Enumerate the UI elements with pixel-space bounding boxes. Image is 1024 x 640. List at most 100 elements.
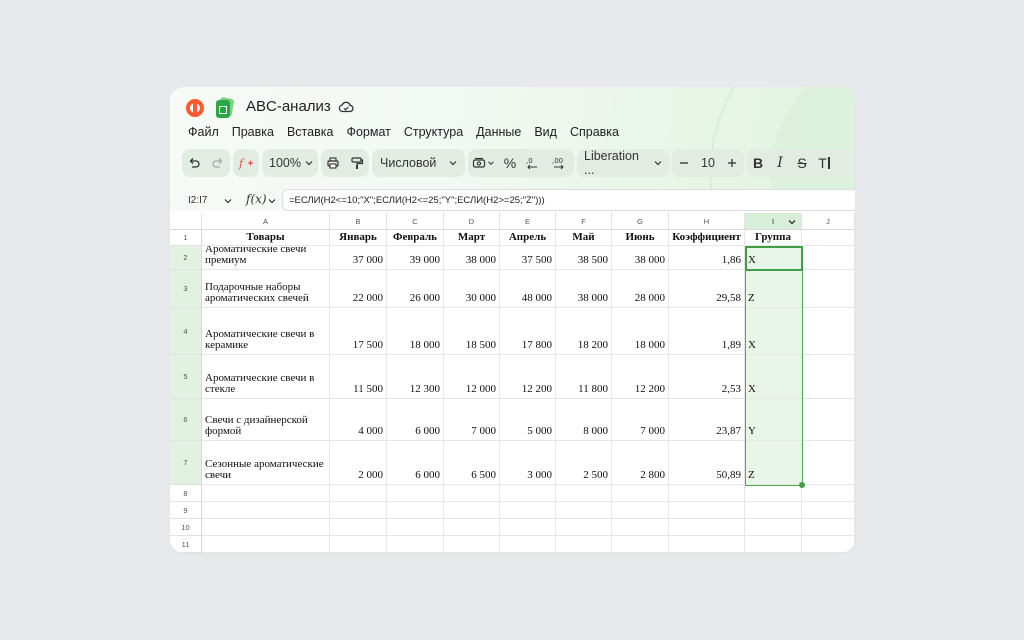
column-header-j[interactable]: J [802, 213, 855, 230]
cell-c9[interactable] [387, 502, 444, 519]
cell-i10[interactable] [745, 519, 802, 536]
menu-item[interactable]: Вид [534, 125, 557, 139]
cell-g7[interactable]: 2 800 [612, 441, 669, 485]
bold-button[interactable]: B [747, 149, 769, 177]
cell-g5[interactable]: 12 200 [612, 355, 669, 399]
cell-d3[interactable]: 30 000 [444, 270, 500, 308]
cell-g10[interactable] [612, 519, 669, 536]
percent-format-button[interactable]: % [500, 149, 520, 177]
cell-f8[interactable] [556, 485, 612, 502]
cell-j4[interactable] [802, 308, 855, 355]
cell-d2[interactable]: 38 000 [444, 246, 500, 270]
select-all-corner[interactable] [170, 213, 202, 230]
cell-b9[interactable] [330, 502, 387, 519]
cell-e6[interactable]: 5 000 [500, 399, 556, 441]
row-header[interactable]: 1 [170, 230, 202, 246]
cell-h11[interactable] [669, 536, 745, 553]
cell-a4[interactable]: Ароматические свечи в керамике [202, 308, 330, 355]
print-button[interactable] [321, 149, 345, 177]
cell-i3[interactable]: Z [745, 270, 802, 308]
column-header-b[interactable]: B [330, 213, 387, 230]
menu-item[interactable]: Формат [346, 125, 390, 139]
cell-b7[interactable]: 2 000 [330, 441, 387, 485]
column-header-c[interactable]: C [387, 213, 444, 230]
cell-d8[interactable] [444, 485, 500, 502]
cell-b8[interactable] [330, 485, 387, 502]
cell-d11[interactable] [444, 536, 500, 553]
cell-d6[interactable]: 7 000 [444, 399, 500, 441]
cell-b1[interactable]: Январь [330, 230, 387, 246]
cell-a5[interactable]: Ароматические свечи в стекле [202, 355, 330, 399]
cell-g9[interactable] [612, 502, 669, 519]
cell-c10[interactable] [387, 519, 444, 536]
cell-e3[interactable]: 48 000 [500, 270, 556, 308]
cell-d4[interactable]: 18 500 [444, 308, 500, 355]
cell-g6[interactable]: 7 000 [612, 399, 669, 441]
column-header-d[interactable]: D [444, 213, 500, 230]
menu-item[interactable]: Структура [404, 125, 463, 139]
cell-a7[interactable]: Сезонные ароматические свечи [202, 441, 330, 485]
cell-d5[interactable]: 12 000 [444, 355, 500, 399]
fill-handle[interactable] [799, 482, 805, 488]
cell-b4[interactable]: 17 500 [330, 308, 387, 355]
cell-a10[interactable] [202, 519, 330, 536]
cell-h1[interactable]: Коэффициент [669, 230, 745, 246]
cell-j8[interactable] [802, 485, 855, 502]
cell-b6[interactable]: 4 000 [330, 399, 387, 441]
sheets-logo-icon[interactable] [216, 96, 235, 118]
redo-button[interactable] [206, 149, 230, 177]
menu-item[interactable]: Файл [188, 125, 219, 139]
cell-i8[interactable] [745, 485, 802, 502]
cell-f3[interactable]: 38 000 [556, 270, 612, 308]
column-header-f[interactable]: F [556, 213, 612, 230]
cell-c3[interactable]: 26 000 [387, 270, 444, 308]
cell-c8[interactable] [387, 485, 444, 502]
spreadsheet-grid[interactable]: A B C D E F G H I J 1 2 3 4 5 6 7 8 9 10 11 Товары Январь Февра… [170, 213, 855, 553]
cell-b3[interactable]: 22 000 [330, 270, 387, 308]
cell-j6[interactable] [802, 399, 855, 441]
decrease-font-size-button[interactable] [672, 149, 696, 177]
cell-e4[interactable]: 17 800 [500, 308, 556, 355]
cell-g8[interactable] [612, 485, 669, 502]
cell-i4[interactable]: X [745, 308, 802, 355]
cell-f6[interactable]: 8 000 [556, 399, 612, 441]
menu-item[interactable]: Правка [232, 125, 274, 139]
row-header[interactable]: 3 [170, 270, 202, 308]
column-header-a[interactable]: A [202, 213, 330, 230]
cell-e5[interactable]: 12 200 [500, 355, 556, 399]
cell-e10[interactable] [500, 519, 556, 536]
cell-c1[interactable]: Февраль [387, 230, 444, 246]
cell-h6[interactable]: 23,87 [669, 399, 745, 441]
increase-font-size-button[interactable] [720, 149, 744, 177]
cell-a6[interactable]: Свечи с дизайнерской формой [202, 399, 330, 441]
name-box[interactable]: I2:I7 [182, 190, 234, 210]
cell-i7[interactable]: Z [745, 441, 802, 485]
cell-j7[interactable] [802, 441, 855, 485]
cell-g1[interactable]: Июнь [612, 230, 669, 246]
row-header[interactable]: 8 [170, 485, 202, 502]
cell-a1[interactable]: Товары [202, 230, 330, 246]
cell-e9[interactable] [500, 502, 556, 519]
cell-b2[interactable]: 37 000 [330, 246, 387, 270]
cell-i6[interactable]: Y [745, 399, 802, 441]
cell-a2[interactable]: Ароматические свечи премиум [202, 246, 330, 270]
cell-h10[interactable] [669, 519, 745, 536]
cell-j9[interactable] [802, 502, 855, 519]
cell-c4[interactable]: 18 000 [387, 308, 444, 355]
cell-e2[interactable]: 37 500 [500, 246, 556, 270]
formula-input[interactable]: =ЕСЛИ(H2<=10;"X";ЕСЛИ(H2<=25;"Y";ЕСЛИ(H2… [282, 189, 855, 211]
font-size-value[interactable]: 10 [696, 149, 720, 177]
row-header[interactable]: 6 [170, 399, 202, 441]
row-header[interactable]: 7 [170, 441, 202, 485]
cell-b11[interactable] [330, 536, 387, 553]
chevron-down-icon[interactable] [786, 217, 798, 227]
cell-g4[interactable]: 18 000 [612, 308, 669, 355]
cell-a9[interactable] [202, 502, 330, 519]
column-header-h[interactable]: H [669, 213, 745, 230]
cell-f4[interactable]: 18 200 [556, 308, 612, 355]
cell-e7[interactable]: 3 000 [500, 441, 556, 485]
row-header[interactable]: 2 [170, 246, 202, 270]
cell-h5[interactable]: 2,53 [669, 355, 745, 399]
cell-g11[interactable] [612, 536, 669, 553]
menu-item[interactable]: Справка [570, 125, 619, 139]
